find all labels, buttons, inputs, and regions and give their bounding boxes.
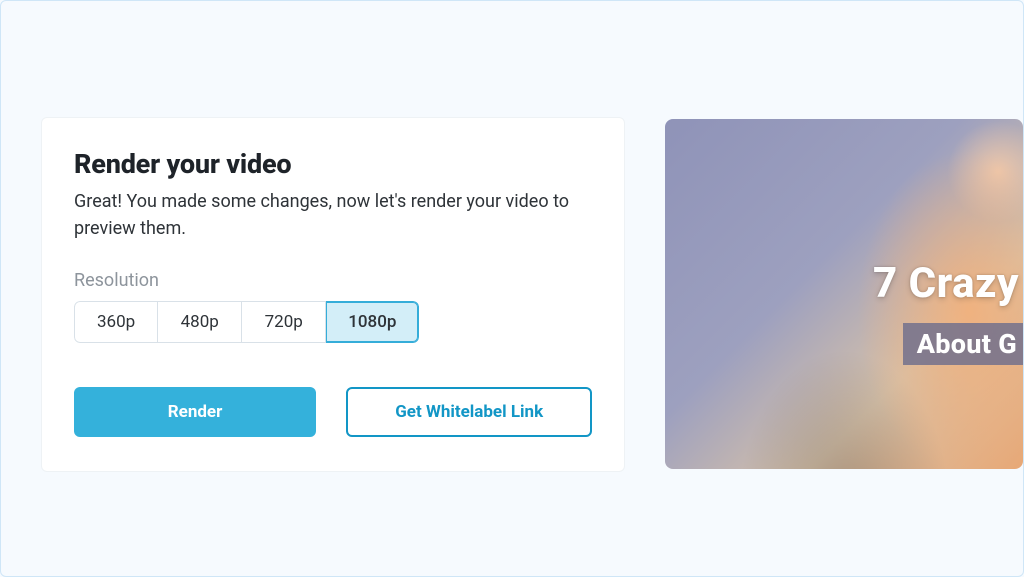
button-row: Render Get Whitelabel Link xyxy=(74,387,592,437)
render-panel: Render your video Great! You made some c… xyxy=(41,117,625,472)
panel-title: Render your video xyxy=(74,148,592,180)
preview-subtitle-text: About G xyxy=(903,323,1023,365)
panel-subtitle: Great! You made some changes, now let's … xyxy=(74,188,592,242)
preview-title-text: 7 Crazy xyxy=(873,259,1019,308)
resolution-option-1080p[interactable]: 1080p xyxy=(326,301,419,343)
video-preview: 7 Crazy About G xyxy=(665,119,1023,469)
resolution-label: Resolution xyxy=(74,270,592,291)
content-row: Render your video Great! You made some c… xyxy=(41,117,1023,472)
resolution-option-360p[interactable]: 360p xyxy=(74,301,158,343)
whitelabel-button[interactable]: Get Whitelabel Link xyxy=(346,387,592,437)
resolution-selector: 360p 480p 720p 1080p xyxy=(74,301,419,343)
render-button[interactable]: Render xyxy=(74,387,316,437)
resolution-option-720p[interactable]: 720p xyxy=(242,301,326,343)
resolution-option-480p[interactable]: 480p xyxy=(158,301,242,343)
